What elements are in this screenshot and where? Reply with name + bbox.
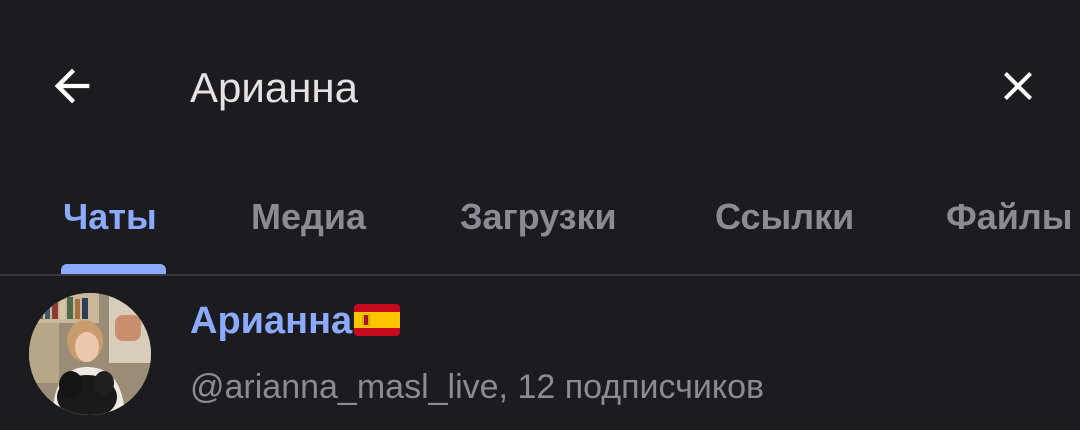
chat-subtitle: @arianna_masl_live, 12 подписчиков (190, 368, 765, 406)
chat-name: Арианна (190, 300, 401, 343)
search-tabs: Чаты Медиа Загрузки Ссылки Файлы (0, 176, 1080, 274)
tab-chats[interactable]: Чаты (63, 196, 157, 274)
tab-media[interactable]: Медиа (251, 196, 366, 274)
back-button[interactable] (36, 50, 108, 122)
search-input[interactable] (190, 58, 950, 118)
avatar (29, 293, 151, 415)
close-icon (1004, 72, 1032, 100)
search-toolbar (0, 0, 1080, 176)
tab-downloads[interactable]: Загрузки (460, 196, 617, 274)
active-tab-indicator (61, 264, 166, 274)
tab-files[interactable]: Файлы (946, 196, 1073, 274)
arrow-left-icon (54, 68, 90, 104)
clear-search-button[interactable] (982, 50, 1054, 122)
chat-result-row[interactable]: Арианна @arianna_masl_live, 12 подписчик… (0, 276, 1080, 430)
avatar-photo (29, 293, 151, 415)
chat-name-text: Арианна (190, 300, 353, 342)
spain-flag-icon (354, 303, 401, 336)
tab-links[interactable]: Ссылки (715, 196, 854, 274)
